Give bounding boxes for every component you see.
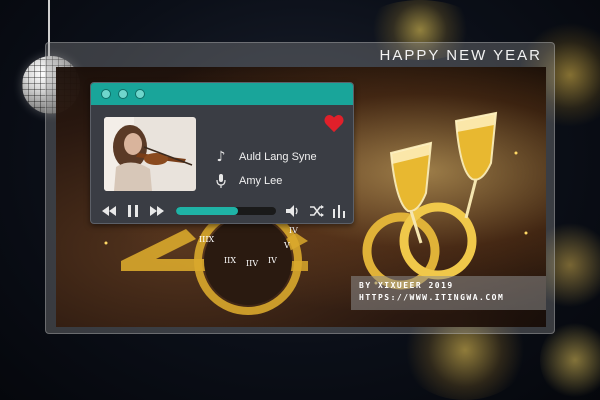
artist-name: Amy Lee	[239, 175, 283, 187]
credits-panel: BY XIXUEER 2019 HTTPS://WWW.ITINGWA.COM	[351, 276, 546, 310]
page-title: HAPPY NEW YEAR	[379, 47, 542, 64]
song-title: Auld Lang Syne	[239, 151, 317, 163]
pause-icon[interactable]	[125, 203, 141, 219]
clock-numeral: IIX	[224, 256, 237, 265]
album-art	[104, 117, 196, 191]
microphone-icon	[216, 174, 226, 188]
music-note-icon: ♪	[216, 149, 226, 165]
music-player: ♪ Auld Lang Syne Amy Lee	[90, 82, 354, 224]
window-dot-icon[interactable]	[135, 89, 145, 99]
window-dot-icon[interactable]	[118, 89, 128, 99]
credit-author: BY XIXUEER 2019	[359, 281, 454, 290]
song-title-row: ♪ Auld Lang Syne	[213, 149, 317, 165]
player-titlebar	[91, 83, 353, 105]
violinist-photo	[104, 117, 196, 191]
volume-icon[interactable]	[285, 203, 301, 219]
clock-numeral: V	[284, 241, 290, 250]
equalizer-icon[interactable]	[331, 203, 347, 219]
progress-fill	[176, 207, 238, 215]
window-dot-icon[interactable]	[101, 89, 111, 99]
credit-url: HTTPS://WWW.ITINGWA.COM	[359, 293, 505, 302]
progress-bar[interactable]	[176, 207, 276, 215]
clock-numeral: IV	[289, 226, 298, 235]
wedding-rings-decor	[362, 202, 477, 290]
shuffle-icon[interactable]	[309, 203, 325, 219]
clock-numeral: IIV	[246, 259, 259, 268]
rewind-icon[interactable]	[101, 203, 117, 219]
artist-row: Amy Lee	[213, 173, 282, 189]
heart-icon[interactable]	[323, 113, 345, 133]
clock-numeral: IIIX	[199, 235, 215, 244]
clock-numeral: IV	[268, 256, 277, 265]
fast-forward-icon[interactable]	[149, 203, 165, 219]
playback-controls	[99, 201, 349, 221]
